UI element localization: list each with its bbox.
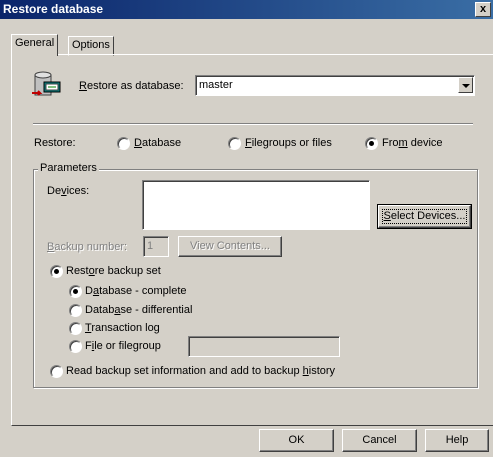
backup-number-value: 1: [147, 240, 154, 252]
focus-rect: [382, 209, 467, 224]
database-differential-radio[interactable]: [69, 304, 82, 317]
devices-list[interactable]: [142, 180, 370, 230]
read-backup-info-radio[interactable]: [50, 365, 63, 378]
tab-general[interactable]: General: [11, 34, 59, 56]
file-or-filegroup-radio[interactable]: [69, 340, 82, 353]
restore-as-database-label: Restore as database:: [79, 80, 184, 92]
restore-filegroups-label[interactable]: Filegroups or files: [245, 137, 332, 149]
window-title: Restore database: [3, 2, 104, 16]
parameters-title: Parameters: [38, 162, 99, 174]
select-devices-button[interactable]: Select Devices...: [377, 204, 472, 229]
database-restore-icon: [30, 69, 62, 101]
restore-label: Restore:: [34, 137, 76, 149]
cancel-button[interactable]: Cancel: [342, 429, 417, 452]
restore-database-dialog: Restore database x General Options Resto…: [0, 0, 493, 457]
backup-number-field[interactable]: 1: [143, 236, 169, 257]
restore-as-database-value: master: [199, 79, 233, 91]
view-contents-button[interactable]: View Contents...: [178, 236, 282, 257]
restore-from-device-label[interactable]: From device: [382, 137, 443, 149]
ok-button[interactable]: OK: [259, 429, 334, 452]
tab-options[interactable]: Options: [68, 36, 114, 56]
backup-number-label: Backup number:: [47, 241, 128, 253]
restore-database-label[interactable]: Database: [134, 137, 181, 149]
chevron-down-icon[interactable]: [458, 77, 473, 93]
devices-label: Devices:: [47, 185, 90, 197]
restore-from-device-radio[interactable]: [365, 137, 378, 150]
read-backup-info-label[interactable]: Read backup set information and add to b…: [66, 365, 335, 377]
file-or-filegroup-label[interactable]: File or filegroup: [85, 340, 161, 352]
restore-backup-set-radio[interactable]: [50, 265, 63, 278]
restore-as-database-select[interactable]: master: [195, 75, 475, 96]
tab-general-label: General: [15, 37, 55, 49]
close-button[interactable]: x: [475, 2, 491, 17]
tab-options-label: Options: [72, 39, 110, 51]
restore-database-radio[interactable]: [117, 137, 130, 150]
restore-backup-set-label[interactable]: Restore backup set: [66, 265, 161, 277]
title-bar: Restore database x: [0, 0, 493, 19]
database-differential-label[interactable]: Database - differential: [85, 304, 192, 316]
database-complete-radio[interactable]: [69, 285, 82, 298]
database-complete-label[interactable]: Database - complete: [85, 285, 187, 297]
separator: [33, 123, 473, 125]
file-or-filegroup-field[interactable]: [188, 336, 340, 357]
restore-filegroups-radio[interactable]: [228, 137, 241, 150]
transaction-log-label[interactable]: Transaction log: [85, 322, 160, 334]
transaction-log-radio[interactable]: [69, 322, 82, 335]
help-button[interactable]: Help: [425, 429, 489, 452]
